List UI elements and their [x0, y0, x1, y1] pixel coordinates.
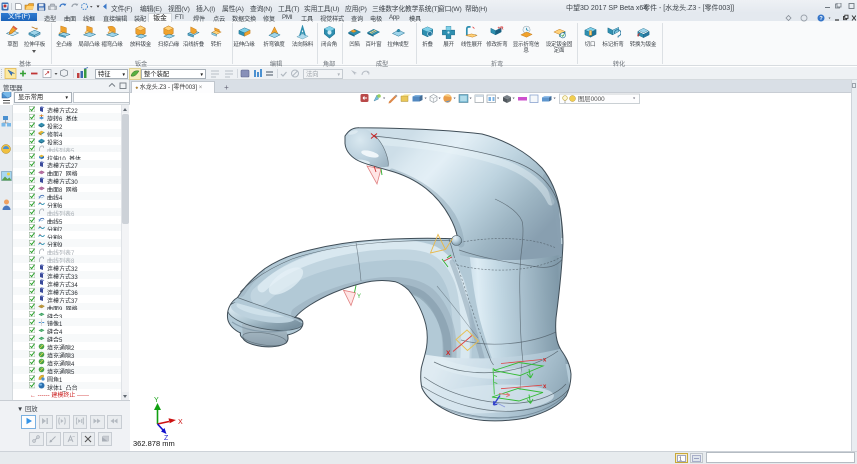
svg-text:Y: Y — [154, 397, 159, 404]
svg-text:Y: Y — [357, 294, 361, 300]
svg-text:X: X — [178, 419, 183, 426]
svg-text:1: 1 — [679, 456, 682, 462]
svg-text:X: X — [446, 350, 451, 357]
svg-text:+R: +R — [498, 26, 505, 31]
